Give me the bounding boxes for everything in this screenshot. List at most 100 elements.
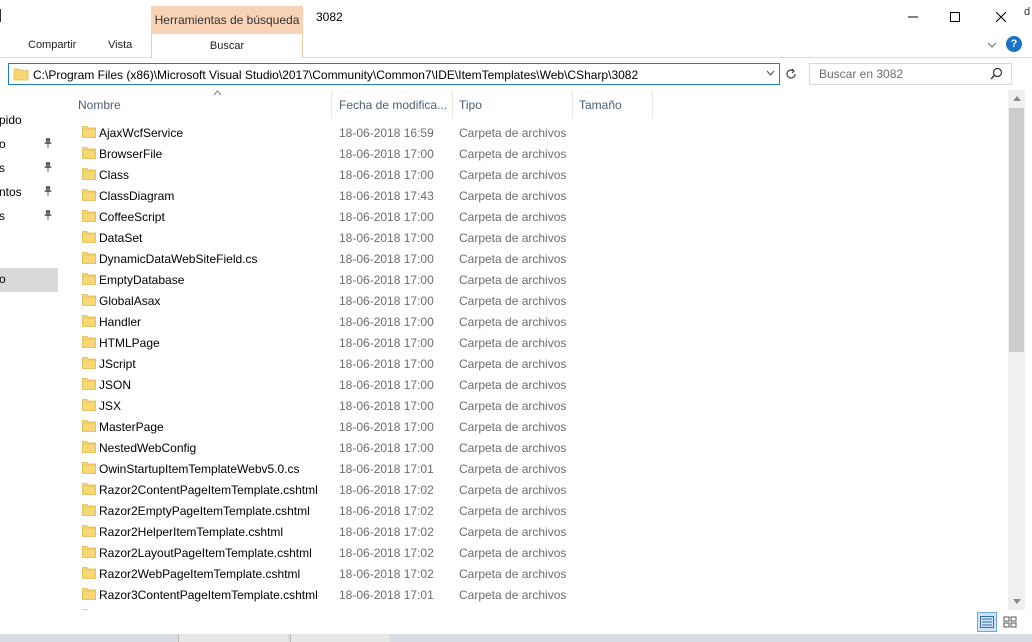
file-name: EmptyDatabase [99, 273, 185, 287]
file-name: Razor2WebPageItemTemplate.cshtml [99, 567, 301, 581]
file-type: Carpeta de archivos [459, 231, 567, 245]
help-button[interactable]: ? [1006, 36, 1022, 52]
table-row[interactable]: DynamicDataWebSiteField.cs 18-06-2018 17:… [58, 248, 1008, 269]
folder-icon [82, 251, 96, 267]
table-row[interactable]: Razor3ContentPageItemTemplate.cshtml 18-0… [58, 584, 1008, 605]
file-type: Carpeta de archivos [459, 399, 567, 413]
file-name: JSON [99, 378, 132, 392]
nav-item-pinned-3[interactable]: ntos [0, 181, 58, 203]
pin-icon [44, 186, 52, 196]
background-tab [290, 634, 390, 642]
folder-icon [82, 146, 96, 162]
quick-access-separator [0, 9, 1, 22]
folder-icon [82, 209, 96, 225]
minimize-button[interactable] [890, 0, 936, 34]
file-name: NestedWebConfig [99, 441, 197, 455]
table-row[interactable]: GlobalAsax 18-06-2018 17:00 Carpeta de arc… [58, 290, 1008, 311]
file-type: Carpeta de archivos [459, 357, 567, 371]
table-row[interactable]: AjaxWcfService 18-06-2018 16:59 Carpeta de… [58, 122, 1008, 143]
table-row[interactable]: Handler 18-06-2018 17:00 Carpeta de archiv… [58, 311, 1008, 332]
table-row[interactable]: Razor2WebPageItemTemplate.cshtml 18-06-20… [58, 563, 1008, 584]
nav-item-pinned-4[interactable]: s [0, 205, 58, 227]
chevron-down-icon [766, 70, 775, 76]
nav-item-pinned-2[interactable]: s [0, 157, 58, 179]
folder-icon [82, 503, 96, 519]
table-row[interactable]: HTMLPage 18-06-2018 17:00 Carpeta de archi… [58, 332, 1008, 353]
folder-icon [82, 230, 96, 246]
maximize-button[interactable] [932, 0, 978, 34]
table-row[interactable]: Razor2LayoutPageItemTemplate.cshtml 18-06… [58, 542, 1008, 563]
details-view-button[interactable] [977, 612, 997, 632]
file-date: 18-06-2018 17:02 [339, 525, 434, 539]
file-name: OwinStartupItemTemplateWebv5.0.cs [99, 462, 300, 476]
search-input[interactable] [819, 67, 989, 81]
file-name: JSX [99, 399, 122, 413]
column-separator[interactable] [331, 92, 332, 118]
table-row[interactable]: JSX 18-06-2018 17:00 Carpeta de archivos [58, 395, 1008, 416]
file-type: Carpeta de archivos [459, 315, 567, 329]
table-row[interactable]: JSON 18-06-2018 17:00 Carpeta de archivos [58, 374, 1008, 395]
file-type: Carpeta de archivos [459, 147, 567, 161]
refresh-button[interactable] [782, 64, 800, 84]
nav-item-quick-access[interactable]: pido [0, 109, 58, 131]
tab-compartir[interactable]: Compartir [28, 39, 76, 51]
file-date: 18-06-2018 17:02 [339, 504, 434, 518]
table-row[interactable]: CoffeeScript 18-06-2018 17:00 Carpeta de a… [58, 206, 1008, 227]
nav-item-pinned-1[interactable]: o [0, 133, 58, 155]
table-row[interactable]: Razor2EmptyPageItemTemplate.cshtml 18-06-… [58, 500, 1008, 521]
chevron-up-icon [1012, 96, 1021, 101]
column-header-name[interactable]: Nombre [72, 90, 332, 120]
table-row[interactable]: EmptyDatabase 18-06-2018 17:00 Carpeta de … [58, 269, 1008, 290]
large-icons-view-button[interactable] [1000, 612, 1020, 632]
column-header-type[interactable]: Tipo [453, 90, 573, 120]
column-header-label: Tipo [459, 98, 482, 112]
column-separator[interactable] [652, 92, 653, 118]
vertical-scrollbar[interactable] [1008, 90, 1025, 610]
file-date: 18-06-2018 17:00 [339, 210, 434, 224]
file-date: 18-06-2018 17:43 [339, 189, 434, 203]
nav-item-selected[interactable]: o [0, 268, 58, 292]
table-row[interactable]: Razor2ContentPageItemTemplate.cshtml 18-0… [58, 479, 1008, 500]
search-icon[interactable] [990, 67, 1003, 80]
table-row[interactable]: DataSet 18-06-2018 17:00 Carpeta de archiv… [58, 227, 1008, 248]
address-dropdown-button[interactable] [766, 68, 775, 79]
status-bar [0, 610, 1032, 634]
file-date: 18-06-2018 17:00 [339, 294, 434, 308]
folder-icon [82, 335, 96, 351]
table-row[interactable]: Class 18-06-2018 17:00 Carpeta de archivos [58, 164, 1008, 185]
maximize-icon [950, 12, 960, 22]
ribbon-tabs: Compartir Vista Buscar ? [0, 34, 1032, 58]
file-name: MasterPage [99, 420, 164, 434]
table-row[interactable]: JScript 18-06-2018 17:00 Carpeta de archiv… [58, 353, 1008, 374]
minimize-icon [908, 16, 918, 18]
file-date: 18-06-2018 17:00 [339, 357, 434, 371]
table-row[interactable]: BrowserFile 18-06-2018 17:00 Carpeta de ar… [58, 143, 1008, 164]
table-row[interactable]: MasterPage 18-06-2018 17:00 Carpeta de arc… [58, 416, 1008, 437]
file-type: Carpeta de archivos [459, 378, 567, 392]
address-bar[interactable]: C:\Program Files (x86)\Microsoft Visual … [8, 63, 780, 85]
table-row[interactable]: Razor2HelperItemTemplate.cshtml 18-06-201… [58, 521, 1008, 542]
file-type: Carpeta de archivos [459, 273, 567, 287]
search-box[interactable] [809, 63, 1012, 85]
close-button[interactable] [978, 0, 1024, 34]
file-date: 18-06-2018 17:00 [339, 441, 434, 455]
tab-vista[interactable]: Vista [108, 39, 132, 51]
scroll-up-button[interactable] [1008, 90, 1025, 107]
table-row[interactable]: ClassDiagram 18-06-2018 17:43 Carpeta de a… [58, 185, 1008, 206]
file-name: DynamicDataWebSiteField.cs [99, 252, 258, 266]
ribbon-expand-button[interactable] [984, 36, 1000, 54]
folder-icon [82, 377, 96, 393]
column-header-label: Nombre [78, 98, 121, 112]
column-header-date[interactable]: Fecha de modifica... [333, 90, 453, 120]
table-row[interactable]: NestedWebConfig 18-06-2018 17:00 Carpeta d… [58, 437, 1008, 458]
tab-buscar[interactable]: Buscar [151, 34, 303, 58]
folder-icon [82, 167, 96, 183]
address-path[interactable]: C:\Program Files (x86)\Microsoft Visual … [33, 68, 638, 82]
nav-item-label: s [0, 161, 5, 175]
column-header-size[interactable]: Tamaño [573, 90, 653, 120]
folder-icon [82, 545, 96, 561]
table-row[interactable]: OwinStartupItemTemplateWebv5.0.cs 18-06-2… [58, 458, 1008, 479]
scroll-down-button[interactable] [1008, 593, 1025, 610]
file-date: 18-06-2018 17:01 [339, 462, 434, 476]
scrollbar-thumb[interactable] [1009, 108, 1024, 352]
